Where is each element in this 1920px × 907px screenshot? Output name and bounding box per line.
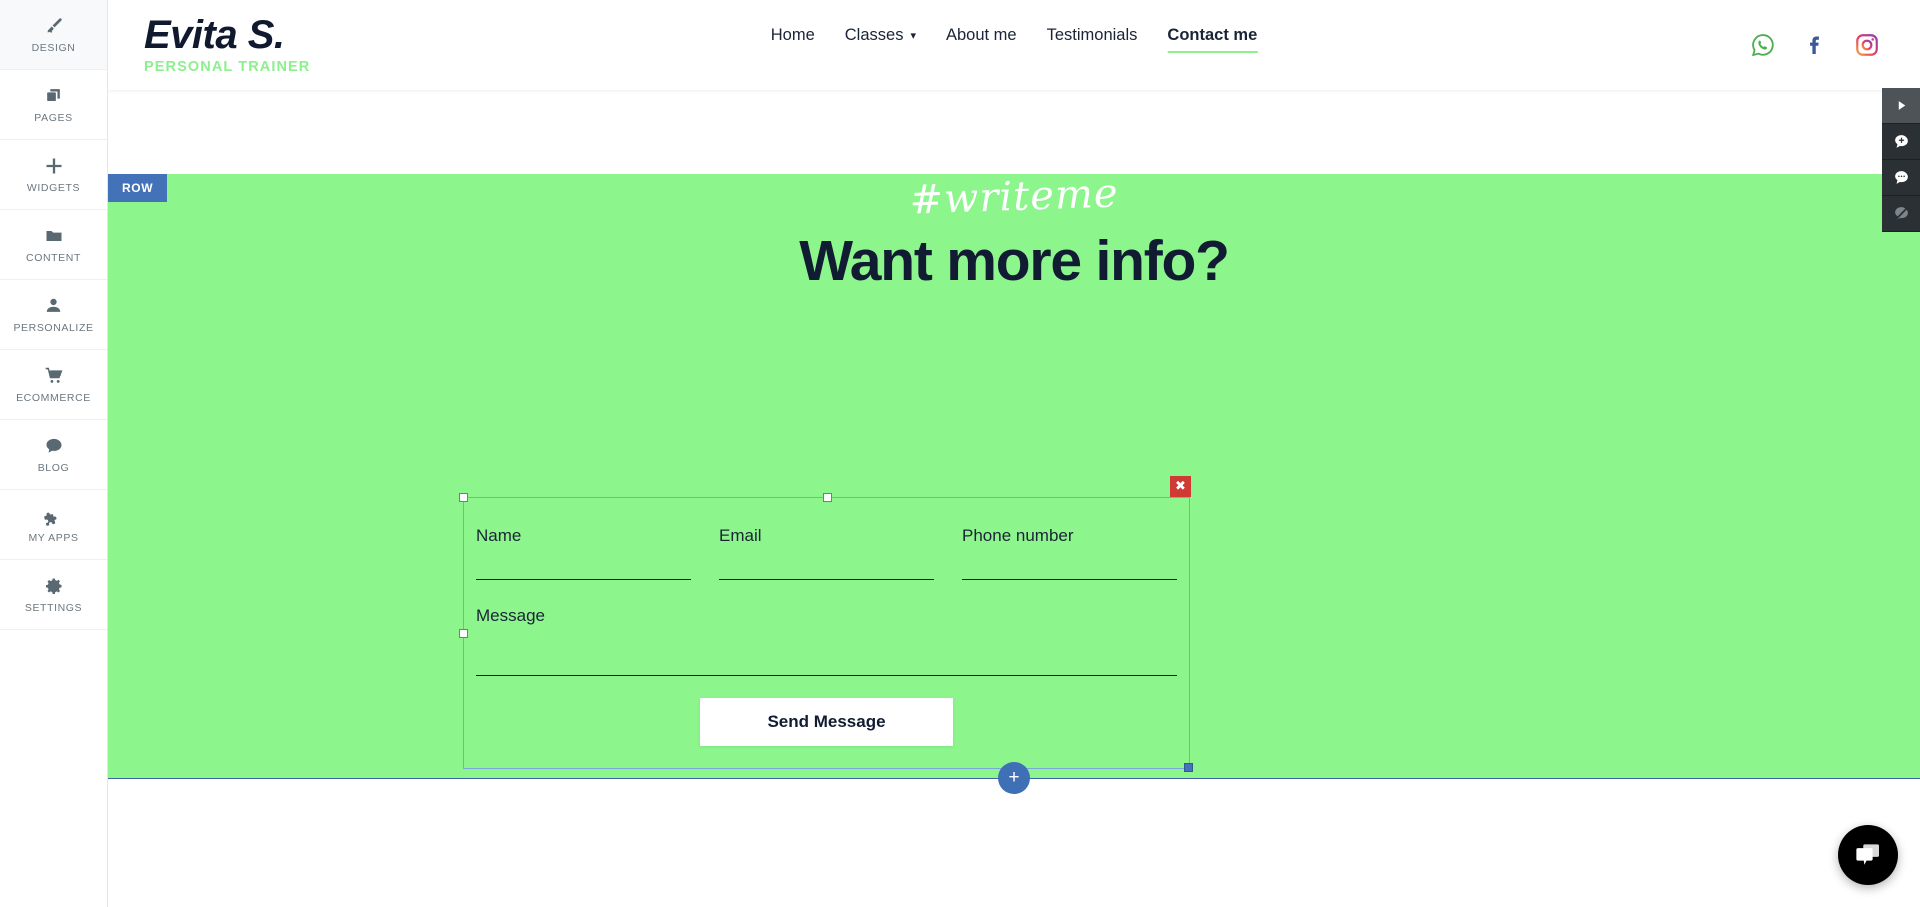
cart-icon: [44, 366, 64, 386]
puzzle-icon: [43, 506, 64, 526]
hide-comments-icon[interactable]: [1882, 196, 1920, 232]
sidebar-item-pages[interactable]: PAGES: [0, 70, 107, 140]
send-message-button[interactable]: Send Message: [700, 698, 953, 746]
add-section-button[interactable]: +: [998, 762, 1030, 794]
nav-label: Home: [770, 26, 815, 44]
sidebar-item-content[interactable]: CONTENT: [0, 210, 107, 280]
editor-root: DESIGN PAGES WIDGETS CONTENT PERSONALIZE: [0, 0, 1920, 907]
sidebar-item-settings[interactable]: SETTINGS: [0, 560, 107, 630]
nav-item-classes[interactable]: Classes ▾: [845, 26, 916, 53]
row-badge[interactable]: ROW: [108, 174, 168, 202]
message-input[interactable]: [476, 626, 1177, 676]
nav-item-contact-me[interactable]: Contact me: [1167, 26, 1257, 53]
left-sidebar: DESIGN PAGES WIDGETS CONTENT PERSONALIZE: [0, 0, 108, 907]
field-label: Message: [476, 606, 545, 625]
add-comment-icon[interactable]: [1882, 124, 1920, 160]
submit-row: Send Message: [476, 698, 1177, 746]
main-navigation: Home Classes ▾ About me Testimonials Con…: [771, 26, 1257, 53]
sidebar-item-widgets[interactable]: WIDGETS: [0, 140, 107, 210]
nav-item-testimonials[interactable]: Testimonials: [1047, 26, 1138, 53]
sidebar-item-label: SETTINGS: [24, 601, 83, 614]
instagram-icon[interactable]: [1854, 32, 1880, 58]
field-label: Email: [719, 526, 762, 545]
sidebar-item-label: ECOMMERCE: [16, 391, 91, 404]
sidebar-item-my-apps[interactable]: MY APPS: [0, 490, 107, 560]
contact-section[interactable]: ROW #writeme Want more info? ✖ Name Emai…: [108, 170, 1920, 794]
sidebar-item-label: WIDGETS: [26, 181, 81, 194]
gear-icon: [44, 576, 64, 596]
sidebar-item-label: MY APPS: [28, 531, 79, 544]
phone-input[interactable]: [962, 546, 1177, 580]
facebook-icon[interactable]: [1802, 32, 1828, 58]
sidebar-item-label: CONTENT: [26, 251, 81, 264]
sidebar-item-design[interactable]: DESIGN: [0, 0, 107, 70]
field-label: Name: [476, 526, 522, 545]
sidebar-item-label: PERSONALIZE: [13, 321, 94, 334]
site-header: Evita S. PERSONAL TRAINER Home Classes ▾…: [108, 0, 1920, 90]
form-fields-row: Name Email Phone number: [476, 526, 1177, 580]
sidebar-item-label: DESIGN: [31, 41, 76, 54]
field-message[interactable]: Message: [476, 606, 1177, 676]
comments-icon[interactable]: [1882, 160, 1920, 196]
field-phone[interactable]: Phone number: [962, 526, 1177, 580]
preview-play-icon[interactable]: [1882, 88, 1920, 124]
nav-label: About me: [945, 26, 1017, 44]
chevron-down-icon: ▾: [910, 30, 916, 42]
contact-form: Name Email Phone number Message Send Mes…: [464, 498, 1189, 768]
sidebar-item-label: PAGES: [34, 111, 73, 124]
nav-item-home[interactable]: Home: [771, 26, 815, 53]
pages-icon: [44, 86, 63, 106]
next-section-area: [108, 779, 1920, 907]
field-label: Phone number: [962, 526, 1074, 545]
brush-icon: [44, 16, 64, 36]
field-email[interactable]: Email: [719, 526, 934, 580]
sidebar-item-blog[interactable]: BLOG: [0, 420, 107, 490]
whatsapp-icon[interactable]: [1750, 32, 1776, 58]
chat-widget-button[interactable]: [1838, 825, 1898, 885]
person-icon: [44, 296, 63, 316]
name-input[interactable]: [476, 546, 691, 580]
chat-bubble-icon: [44, 436, 64, 456]
field-name[interactable]: Name: [476, 526, 691, 580]
nav-label: Contact me: [1167, 26, 1258, 44]
nav-label: Classes: [844, 26, 904, 44]
close-icon[interactable]: ✖: [1170, 476, 1191, 497]
email-input[interactable]: [719, 546, 934, 580]
sidebar-item-personalize[interactable]: PERSONALIZE: [0, 280, 107, 350]
folder-icon: [44, 226, 64, 246]
logo-subtitle: PERSONAL TRAINER: [144, 59, 311, 76]
sidebar-item-ecommerce[interactable]: ECOMMERCE: [0, 350, 107, 420]
social-links: [1750, 32, 1880, 58]
right-toolbar: [1882, 88, 1920, 232]
sidebar-item-label: BLOG: [37, 461, 70, 474]
contact-form-widget[interactable]: ✖ Name Email Phone number Message Send M…: [459, 476, 1193, 772]
logo-title: Evita S.: [144, 13, 285, 58]
site-logo[interactable]: Evita S. PERSONAL TRAINER: [144, 15, 310, 75]
nav-label: Testimonials: [1046, 26, 1138, 44]
plus-icon: [44, 156, 64, 176]
website-canvas: Evita S. PERSONAL TRAINER Home Classes ▾…: [108, 0, 1920, 907]
nav-item-about-me[interactable]: About me: [946, 26, 1017, 53]
